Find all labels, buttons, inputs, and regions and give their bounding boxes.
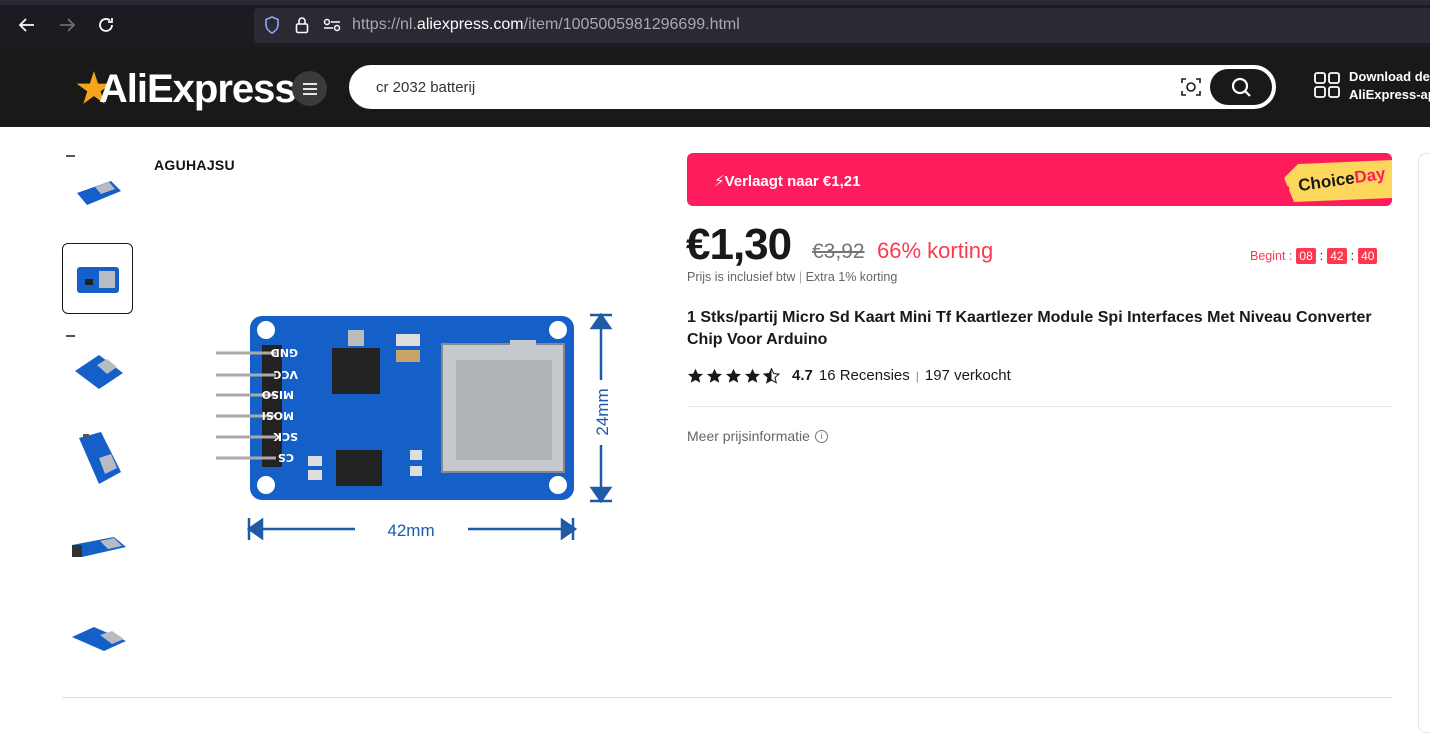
countdown-separator: : bbox=[1350, 249, 1355, 263]
countdown-separator: : bbox=[1319, 249, 1324, 263]
tab-strip-edge bbox=[0, 0, 1430, 5]
thumbnail-5[interactable] bbox=[62, 510, 133, 581]
extra-discount-text: Extra 1% korting bbox=[805, 270, 898, 284]
countdown-seconds: 40 bbox=[1358, 248, 1378, 264]
promo-label: ⚡Verlaagt naar €1,21 bbox=[714, 172, 860, 190]
logo-text: AliExpress bbox=[98, 67, 297, 111]
star-icon bbox=[725, 368, 742, 383]
star-icon bbox=[744, 368, 761, 383]
promo-text: Verlaagt naar €1,21 bbox=[724, 173, 861, 190]
countdown-label: Begint : bbox=[1250, 249, 1293, 263]
height-label: 24mm bbox=[593, 388, 612, 435]
original-price: €3,92 bbox=[812, 240, 865, 263]
pin-label: MOSI bbox=[262, 409, 294, 422]
star-icon bbox=[687, 368, 704, 383]
divider bbox=[62, 697, 1392, 698]
pin-label: CS bbox=[278, 451, 294, 464]
category-menu-button[interactable] bbox=[292, 71, 327, 106]
search-input[interactable] bbox=[349, 65, 1276, 109]
hamburger-icon bbox=[302, 82, 317, 95]
thumbnail-4[interactable] bbox=[62, 422, 133, 493]
search-icon bbox=[1231, 77, 1251, 97]
back-icon[interactable] bbox=[16, 14, 38, 36]
image-search-icon[interactable] bbox=[1179, 75, 1203, 99]
thumbnail-1[interactable] bbox=[62, 155, 133, 226]
more-price-info[interactable]: Meer prijsinformatie i bbox=[687, 428, 828, 444]
url-prefix: https://nl. bbox=[352, 16, 417, 33]
pin-label: MISO bbox=[262, 388, 294, 401]
permissions-icon[interactable] bbox=[322, 15, 342, 35]
divider bbox=[687, 406, 1392, 407]
side-panel-edge bbox=[1418, 153, 1430, 733]
forward-icon[interactable] bbox=[56, 14, 78, 36]
pin-label: VCC bbox=[273, 368, 298, 381]
discount-label: 66% korting bbox=[877, 238, 994, 263]
countdown-minutes: 42 bbox=[1327, 248, 1347, 264]
width-label: 42mm bbox=[387, 521, 434, 540]
vat-text: Prijs is inclusief btw bbox=[687, 270, 796, 284]
info-icon[interactable]: i bbox=[814, 429, 828, 443]
lightning-icon: ⚡ bbox=[714, 173, 725, 190]
rating-row[interactable]: 4.7 16 Recensies | 197 verkocht bbox=[687, 367, 1011, 384]
reload-icon[interactable] bbox=[95, 14, 117, 36]
download-line-1: Download de bbox=[1349, 69, 1430, 84]
countdown-timer: Begint : 08 : 42 : 40 bbox=[1250, 248, 1378, 264]
url-path: /item/1005005981296699.html bbox=[523, 16, 740, 33]
thumbnail-6[interactable] bbox=[62, 600, 133, 671]
aliexpress-logo[interactable]: ★AliExpress bbox=[76, 66, 297, 112]
rating-value: 4.7 bbox=[792, 367, 813, 384]
separator: | bbox=[798, 270, 803, 284]
separator: | bbox=[915, 368, 919, 383]
lock-icon[interactable] bbox=[292, 15, 312, 35]
product-main-image[interactable]: 42mm 24mm GND VCC MISO MOSI SCK CS bbox=[210, 300, 630, 550]
more-info-label: Meer prijsinformatie bbox=[687, 428, 810, 444]
thumbnail-2[interactable] bbox=[62, 243, 133, 314]
url-domain: aliexpress.com bbox=[416, 16, 524, 33]
download-app-link[interactable]: Download de AliExpress-ap bbox=[1349, 68, 1430, 104]
sold-count: 197 verkocht bbox=[924, 367, 1011, 384]
pin-label: GND bbox=[271, 346, 298, 359]
download-line-2: AliExpress-ap bbox=[1349, 87, 1430, 102]
store-name[interactable]: AGUHAJSU bbox=[154, 157, 235, 173]
thumbnail-3[interactable] bbox=[62, 333, 133, 404]
search-input-value[interactable]: cr 2032 batterij bbox=[376, 79, 475, 96]
shield-icon[interactable] bbox=[262, 15, 282, 35]
search-button[interactable] bbox=[1210, 69, 1272, 105]
qr-code-icon[interactable] bbox=[1313, 71, 1341, 99]
star-half-icon bbox=[763, 367, 780, 384]
countdown-hours: 08 bbox=[1296, 248, 1316, 264]
product-title: 1 Stks/partij Micro Sd Kaart Mini Tf Kaa… bbox=[687, 309, 1372, 348]
current-price: €1,30 bbox=[686, 220, 792, 269]
reviews-link[interactable]: 16 Recensies bbox=[819, 367, 910, 384]
star-rating bbox=[687, 367, 780, 384]
star-icon bbox=[706, 368, 723, 383]
vat-note: Prijs is inclusief btw | Extra 1% kortin… bbox=[687, 270, 897, 284]
pin-label: SCK bbox=[273, 430, 298, 443]
day-word: Day bbox=[1353, 163, 1387, 188]
url-text[interactable]: https://nl.aliexpress.com/item/100500598… bbox=[352, 16, 740, 34]
